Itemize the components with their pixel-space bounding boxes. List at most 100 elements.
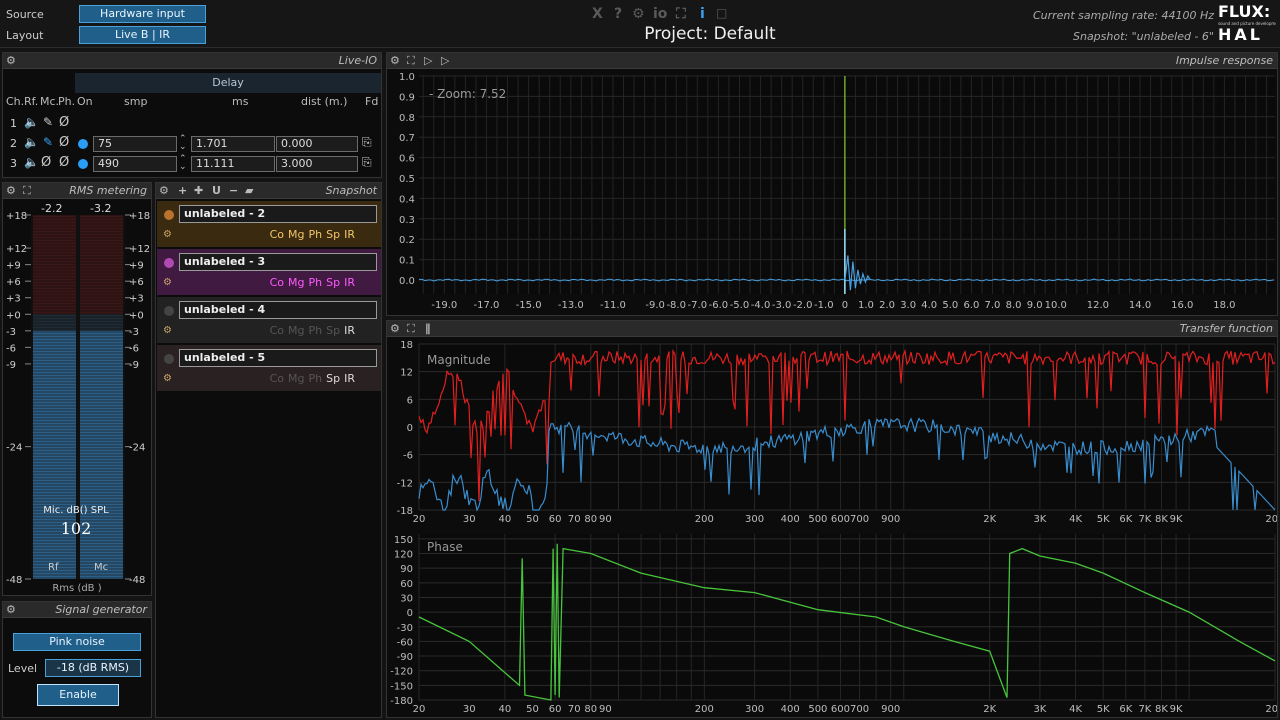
on-toggle[interactable] (78, 139, 88, 149)
fd-icon[interactable]: ⎘ (362, 135, 372, 150)
snapshot-name[interactable]: unlabeled - 4 (179, 301, 377, 319)
gear-icon[interactable]: ⚙ (390, 322, 400, 335)
snapshot-settings-icon[interactable]: ⚙ (163, 277, 172, 288)
pause-icon[interactable]: ∥ (425, 322, 431, 335)
snapshot-flag[interactable]: Mg (288, 372, 304, 385)
col-mc: Mc. (40, 95, 60, 108)
snapshot-color-dot[interactable] (164, 306, 174, 316)
level-field[interactable]: -18 (dB RMS) (45, 659, 141, 677)
snapshot-flag[interactable]: Co (270, 228, 284, 241)
snapshot-settings-icon[interactable]: ⚙ (163, 229, 172, 240)
speaker-icon[interactable]: 🔈 (24, 115, 39, 129)
phase-icon[interactable]: Ø (59, 135, 69, 150)
ms-input[interactable]: 11.111 (191, 156, 275, 172)
mic-icon[interactable]: ✎ (43, 135, 53, 149)
snapshot-flag[interactable]: Sp (326, 324, 340, 337)
snapshot-item[interactable]: unlabeled - 5 ⚙ Co Mg Ph Sp IR (157, 345, 381, 391)
x-tick-label: -13.0 (558, 300, 584, 311)
mic-icon[interactable]: ✎ (43, 115, 53, 129)
snapshot-flag[interactable]: Sp (326, 228, 340, 241)
noise-type-button[interactable]: Pink noise (13, 633, 141, 651)
window-icon[interactable]: □ (716, 6, 727, 20)
snapshot-settings-icon[interactable]: ⚙ (163, 373, 172, 384)
gear-icon[interactable]: ⚙ (6, 184, 16, 197)
add-icon[interactable]: + (178, 184, 187, 197)
gear-icon[interactable]: ⚙ (390, 54, 400, 67)
x-tick-label: -1.0 (814, 300, 834, 311)
io-icon[interactable]: io (653, 6, 667, 22)
phase-tick-label: 60 (400, 579, 413, 590)
snapshot-flag[interactable]: IR (344, 276, 355, 289)
gear-icon[interactable]: ⚙ (6, 603, 16, 616)
freq-tick-label: 300 (745, 514, 764, 525)
speaker-icon[interactable]: 🔈 (24, 135, 39, 149)
sampling-rate: Current sampling rate: 44100 Hz (1032, 9, 1214, 22)
snapshot-color-dot[interactable] (164, 258, 174, 268)
layout-button[interactable]: Live B | IR (79, 26, 206, 44)
source-button[interactable]: Hardware input (79, 5, 206, 23)
x-tick-label: 2.0 (879, 300, 895, 311)
fullscreen-icon[interactable]: ⛶ (407, 322, 415, 336)
stepper-icon[interactable]: ⌃ ⌄ (179, 155, 187, 172)
snapshot-flag[interactable]: Sp (326, 276, 340, 289)
fd-icon[interactable]: ⎘ (362, 155, 372, 170)
x-tick-label: -17.0 (474, 300, 500, 311)
impulse-chart[interactable]: 1.0 0.9 0.8 0.7 0.6 0.5 0.4 0.3 0.2 0.1 0.0 -19.0 -1… (387, 70, 1277, 315)
close-icon[interactable]: X (592, 6, 603, 22)
snapshot-settings-icon[interactable]: ⚙ (163, 325, 172, 336)
snapshot-item[interactable]: unlabeled - 3 ⚙ Co Mg Ph Sp IR (157, 249, 381, 295)
dist-input[interactable]: 3.000 (276, 156, 358, 172)
fullscreen-icon[interactable]: ⛶ (676, 6, 686, 22)
ms-input[interactable]: 1.701 (191, 136, 275, 152)
speaker-icon[interactable]: 🔈 (24, 155, 39, 169)
snapshot-name[interactable]: unlabeled - 2 (179, 205, 377, 223)
snapshot-flag[interactable]: Co (270, 276, 284, 289)
stepper-icon[interactable]: ⌃ ⌄ (179, 135, 187, 152)
snapshot-flag[interactable]: Ph (309, 372, 323, 385)
snapshot-flag[interactable]: Co (270, 372, 284, 385)
transfer-chart[interactable]: 181260-6-12-181501209060300-30-60-90-120… (387, 338, 1277, 717)
snapshot-item[interactable]: unlabeled - 4 ⚙ Co Mg Ph Sp IR (157, 297, 381, 343)
snapshot-flag[interactable]: Ph (309, 324, 323, 337)
snapshot-name[interactable]: unlabeled - 3 (179, 253, 377, 271)
gear-icon[interactable]: ⚙ (6, 54, 16, 67)
snapshot-flag[interactable]: Mg (288, 324, 304, 337)
fullscreen-icon[interactable]: ⛶ (407, 54, 415, 68)
y-tick-label: 1.0 (399, 72, 415, 83)
help-icon[interactable]: ? (614, 6, 622, 22)
snapshot-name[interactable]: unlabeled - 5 (179, 349, 377, 367)
snapshot-flag[interactable]: IR (344, 324, 355, 337)
enable-button[interactable]: Enable (37, 684, 119, 706)
remove-icon[interactable]: − (229, 184, 238, 197)
fullscreen-icon[interactable]: ⛶ (23, 184, 31, 198)
snapshot-flag[interactable]: Ph (309, 228, 323, 241)
info-icon[interactable]: i (700, 6, 705, 22)
zoom-out-icon[interactable]: ▷ (441, 54, 449, 67)
phase-icon[interactable]: Ø (41, 155, 51, 170)
meter-scale-label-left: +12 (6, 244, 27, 255)
snapshot-flag[interactable]: IR (344, 228, 355, 241)
duplicate-icon[interactable]: ✚ (194, 184, 203, 197)
snapshot-flag[interactable]: Mg (288, 228, 304, 241)
settings-icon[interactable]: ⚙ (632, 6, 645, 22)
folder-icon[interactable]: ▰ (245, 184, 253, 197)
snapshot-flag[interactable]: Ph (309, 276, 323, 289)
snapshot-flag[interactable]: IR (344, 372, 355, 385)
snapshot-flag[interactable]: Co (270, 324, 284, 337)
update-icon[interactable]: U (212, 184, 221, 197)
x-tick-label: 8.0 (1006, 300, 1022, 311)
zoom-in-icon[interactable]: ▷ (424, 54, 432, 67)
gear-icon[interactable]: ⚙ (159, 184, 169, 197)
on-toggle[interactable] (78, 159, 88, 169)
snapshot-flag[interactable]: Sp (326, 372, 340, 385)
dist-input[interactable]: 0.000 (276, 136, 358, 152)
magnitude-tick-label: -18 (397, 506, 413, 517)
phase-icon[interactable]: Ø (59, 155, 69, 170)
smp-input[interactable]: 490 (93, 156, 177, 172)
snapshot-flag[interactable]: Mg (288, 276, 304, 289)
snapshot-color-dot[interactable] (164, 210, 174, 220)
phase-icon[interactable]: Ø (59, 115, 69, 130)
snapshot-item[interactable]: unlabeled - 2 ⚙ Co Mg Ph Sp IR (157, 201, 381, 247)
smp-input[interactable]: 75 (93, 136, 177, 152)
snapshot-color-dot[interactable] (164, 354, 174, 364)
